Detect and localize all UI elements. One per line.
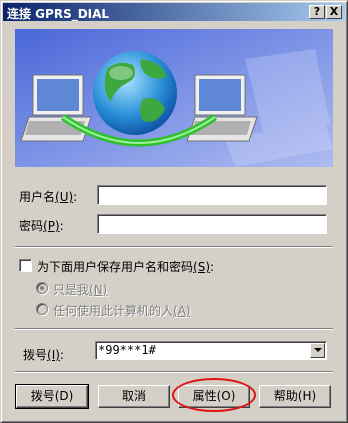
dial-number-value: *99***1# bbox=[98, 343, 156, 357]
radio-only-me[interactable] bbox=[36, 282, 48, 294]
password-label: 密码(P): bbox=[19, 219, 64, 233]
separator-1 bbox=[15, 246, 333, 248]
dial-label: 拨号(I): bbox=[23, 348, 64, 362]
network-banner-image bbox=[15, 29, 333, 167]
help-caption-button[interactable]: ? bbox=[309, 5, 325, 19]
connect-dialog: 连接 GPRS_DIAL ? X 用户名(U): 密码(P): 为下面用户保存用… bbox=[0, 0, 348, 423]
radio-selected-dot bbox=[40, 286, 44, 290]
separator-2 bbox=[15, 328, 333, 330]
username-label: 用户名(U): bbox=[19, 190, 78, 204]
chevron-down-icon[interactable] bbox=[310, 343, 325, 358]
cancel-button[interactable]: 取消 bbox=[98, 385, 170, 408]
save-credentials-label[interactable]: 为下面用户保存用户名和密码(S): bbox=[37, 258, 214, 275]
radio-only-me-label: 只是我(N) bbox=[53, 283, 108, 297]
dial-number-combobox[interactable]: *99***1# bbox=[95, 341, 327, 360]
window-title: 连接 GPRS_DIAL bbox=[7, 7, 110, 21]
globe-laptops-illustration bbox=[15, 29, 333, 167]
properties-button[interactable]: 属性(O) bbox=[178, 385, 250, 408]
password-field[interactable] bbox=[97, 214, 327, 234]
radio-anyone[interactable] bbox=[36, 303, 48, 315]
dial-button[interactable]: 拨号(D) bbox=[15, 384, 89, 409]
title-bar[interactable]: 连接 GPRS_DIAL ? X bbox=[3, 3, 345, 21]
save-credentials-checkbox[interactable] bbox=[19, 259, 32, 272]
separator-3 bbox=[15, 371, 333, 373]
help-button[interactable]: 帮助(H) bbox=[259, 385, 331, 408]
close-caption-button[interactable]: X bbox=[326, 5, 342, 19]
username-field[interactable] bbox=[97, 185, 327, 205]
radio-anyone-label: 任何使用此计算机的人(A) bbox=[53, 304, 191, 318]
